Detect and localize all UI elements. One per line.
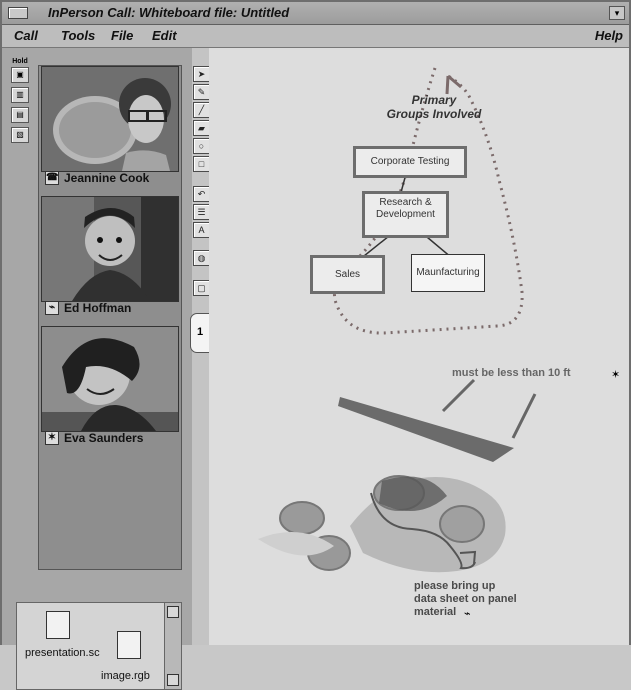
box-sales: Sales [310, 255, 385, 294]
window-menu-button[interactable] [8, 7, 28, 19]
rectangle-tool[interactable]: □ [193, 156, 210, 172]
annotation-top: must be less than 10 ft [452, 367, 571, 379]
scroll-down-arrow[interactable] [167, 674, 179, 686]
whiteboard-canvas[interactable]: Primary Groups Involved Corporate Testin… [209, 48, 629, 645]
participant-name: Jeannine Cook [64, 171, 150, 185]
box-research-development: Research & Development [362, 191, 449, 238]
file-shelf: presentation.sc image.rgb [16, 602, 182, 690]
title-bar[interactable]: InPerson Call: Whiteboard file: Untitled… [2, 2, 629, 25]
text-tool[interactable]: A [193, 222, 210, 238]
select-tool[interactable]: ➤ [193, 66, 210, 82]
color-palette-tool[interactable]: ◍ [193, 250, 210, 266]
scroll-up-arrow[interactable] [167, 606, 179, 618]
menu-bar: Call Tools File Edit Help [2, 25, 629, 48]
participant-ed[interactable]: ⌁ Ed Hoffman [41, 196, 179, 316]
speaker-icon: ✶ [611, 369, 621, 381]
page-tool[interactable]: ▢ [193, 280, 210, 296]
annotation-bottom-line2: data sheet on panel [414, 593, 517, 605]
box-corporate-testing: Corporate Testing [353, 146, 467, 178]
hold-toggle-button[interactable]: ▧ [11, 127, 29, 143]
participant-jeannine[interactable]: ☎ Jeannine Cook [41, 66, 179, 186]
eva-caption: ✶ Eva Saunders [45, 430, 143, 446]
participant-eva[interactable]: ✶ Eva Saunders [41, 326, 179, 446]
participant-name: Ed Hoffman [64, 301, 132, 315]
menu-call[interactable]: Call [14, 28, 38, 43]
box-maunfacturing: Maunfacturing [411, 254, 485, 292]
participant-name: Eva Saunders [64, 431, 144, 445]
hold-label: Hold [12, 58, 28, 65]
diagram-title-line2: Groups Involved [386, 107, 482, 121]
ed-video [41, 196, 179, 302]
eva-video [41, 326, 179, 432]
annotation-bottom-line1: please bring up [414, 580, 496, 592]
hold-whiteboard-button[interactable]: ▤ [11, 107, 29, 123]
diagram-title-line1: Primary [411, 93, 457, 107]
file-image[interactable]: image.rgb [101, 670, 150, 682]
participant-video-list: ☎ Jeannine Cook ⌁ Ed Hoffman ✶ Eva Saund… [38, 65, 182, 570]
menu-file[interactable]: File [111, 28, 133, 43]
file-presentation[interactable]: presentation.sc [25, 647, 100, 659]
hold-audio-button[interactable]: ▥ [11, 87, 29, 103]
menu-help[interactable]: Help [595, 28, 623, 43]
pencil-tool[interactable]: ✎ [193, 84, 210, 100]
diagram-title: Primary Groups Involved [374, 93, 494, 121]
jeannine-caption: ☎ Jeannine Cook [45, 170, 149, 186]
hold-video-button[interactable]: ▣ [11, 67, 29, 83]
menu-tools[interactable]: Tools [61, 28, 95, 43]
ed-caption: ⌁ Ed Hoffman [45, 300, 131, 316]
speaker-icon: ✶ [45, 431, 59, 445]
presentation-file-icon [46, 611, 70, 639]
undo-tool[interactable]: ↶ [193, 186, 210, 202]
hold-controls: Hold ▣ ▥ ▤ ▧ [11, 58, 29, 598]
line-tool[interactable]: ╱ [193, 102, 210, 118]
camera-icon: ⌁ [464, 608, 471, 620]
camera-icon: ⌁ [45, 301, 59, 315]
window-title: InPerson Call: Whiteboard file: Untitled [48, 5, 290, 20]
phone-icon: ☎ [45, 171, 59, 185]
whiteboard-window: InPerson Call: Whiteboard file: Untitled… [0, 0, 631, 690]
thick-line-tool[interactable]: ▰ [193, 120, 210, 136]
window-control-button[interactable]: ▾ [609, 6, 625, 20]
ellipse-tool[interactable]: ○ [193, 138, 210, 154]
image-file-icon [117, 631, 141, 659]
participants-panel: Hold ▣ ▥ ▤ ▧ ☎ Jeannine Cook ⌁ Ed Hoffma… [2, 48, 192, 690]
page-tab[interactable]: 1 [190, 313, 210, 353]
file-scrollbar[interactable] [164, 603, 181, 689]
jeannine-video [41, 66, 179, 172]
erase-tool[interactable]: ☰ [193, 204, 210, 220]
menu-edit[interactable]: Edit [152, 28, 177, 43]
